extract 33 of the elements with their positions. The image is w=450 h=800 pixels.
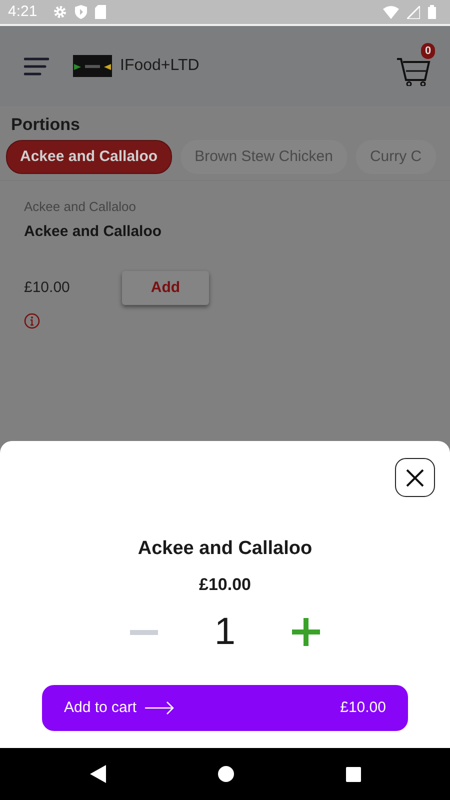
portion-tab[interactable]: Brown Stew Chicken xyxy=(180,140,347,174)
close-icon xyxy=(405,468,425,488)
arrow-icon xyxy=(144,701,175,715)
shield-icon xyxy=(75,5,88,19)
close-button[interactable] xyxy=(395,458,435,497)
recents-icon[interactable] xyxy=(346,766,360,782)
sheet-title: Ackee and Callaloo xyxy=(138,537,312,561)
sd-card-icon xyxy=(95,5,106,19)
cart-count-badge: 0 xyxy=(421,43,435,59)
portion-tab[interactable]: Ackee and Callaloo xyxy=(6,140,172,174)
plus-icon xyxy=(292,618,320,646)
minus-icon xyxy=(130,630,158,634)
status-time: 4:21 xyxy=(8,2,38,22)
section-heading: Portions xyxy=(10,114,81,136)
plus-button[interactable] xyxy=(292,618,320,646)
portion-tab[interactable]: Curry C xyxy=(356,140,436,174)
back-icon[interactable] xyxy=(90,765,106,783)
battery-icon xyxy=(428,5,436,19)
item-price: £10.00 xyxy=(24,278,71,298)
home-icon[interactable] xyxy=(218,766,234,782)
signal-icon xyxy=(407,6,420,18)
quantity-value: 1 xyxy=(214,613,236,651)
add-to-cart-button[interactable]: Add to cart £10.00 xyxy=(42,685,408,731)
item-category: Ackee and Callaloo xyxy=(24,198,138,216)
add-button[interactable]: Add xyxy=(122,271,209,305)
logo-icon xyxy=(73,55,112,77)
wifi-icon xyxy=(383,6,399,18)
info-icon[interactable] xyxy=(24,313,40,329)
menu-icon[interactable] xyxy=(24,56,49,76)
settings-icon xyxy=(53,5,68,19)
app-title: IFood+LTD xyxy=(120,56,200,76)
sheet-price: £10.00 xyxy=(199,574,251,596)
item-name: Ackee and Callaloo xyxy=(24,222,163,242)
